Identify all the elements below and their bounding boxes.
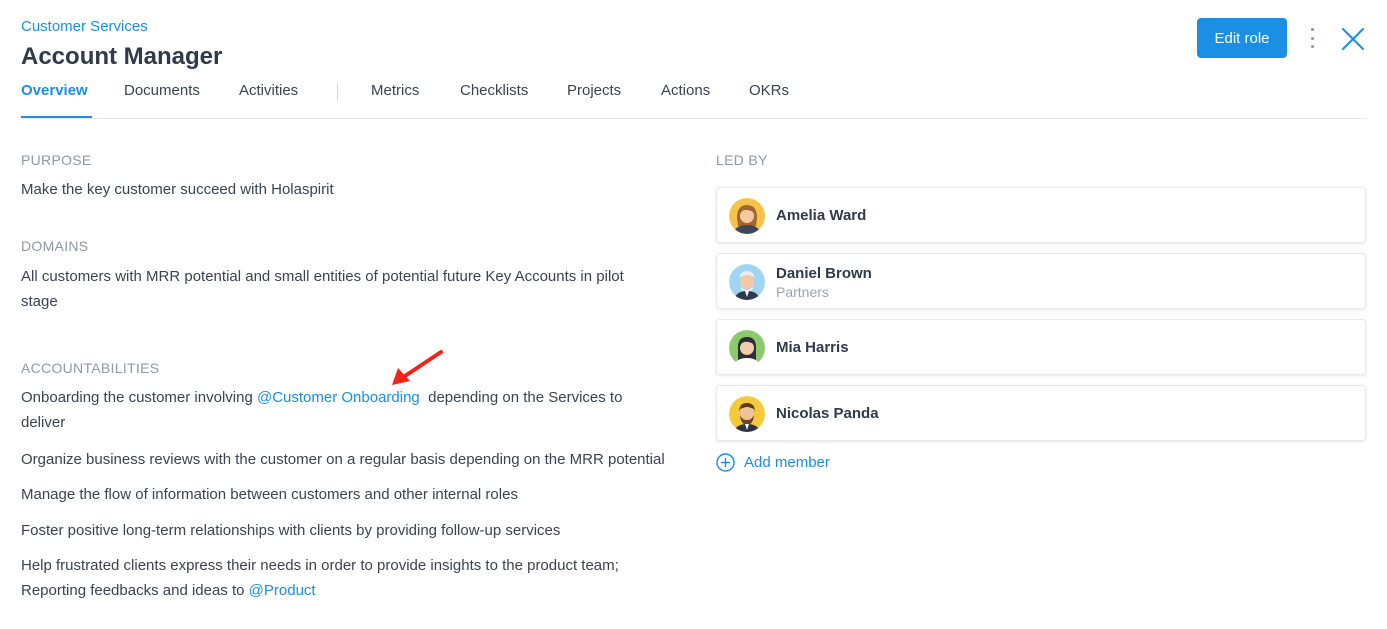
more-vertical-icon[interactable] xyxy=(1302,26,1322,50)
breadcrumb[interactable]: Customer Services xyxy=(21,18,148,35)
avatar xyxy=(729,198,765,234)
tab-checklists[interactable]: Checklists xyxy=(460,82,528,118)
edit-role-button[interactable]: Edit role xyxy=(1197,18,1287,58)
purpose-text: Make the key customer succeed with Holas… xyxy=(21,181,334,198)
led-by-label: LED BY xyxy=(716,152,768,168)
tab-okrs[interactable]: OKRs xyxy=(749,82,789,118)
red-arrow-icon xyxy=(392,350,443,385)
purpose-label: PURPOSE xyxy=(21,152,92,168)
avatar xyxy=(729,330,765,366)
member-name: Amelia Ward xyxy=(776,207,867,224)
member-name: Mia Harris xyxy=(776,339,849,356)
plus-circle-icon xyxy=(716,453,735,472)
member-name: Daniel Brown xyxy=(776,265,872,282)
tab-projects[interactable]: Projects xyxy=(567,82,621,118)
tab-divider xyxy=(337,84,338,100)
avatar xyxy=(729,396,765,432)
accountability-item: Organize business reviews with the custo… xyxy=(21,451,665,468)
tab-overview[interactable]: Overview xyxy=(21,82,92,118)
tab-bar: Overview Documents Activities Metrics Ch… xyxy=(21,82,1366,119)
add-member-button[interactable]: Add member xyxy=(716,453,830,472)
member-circle: Partners xyxy=(776,284,829,300)
mention-product[interactable]: @Product xyxy=(249,582,316,599)
accountability-item: Help frustrated clients express their ne… xyxy=(21,553,646,603)
domains-text: All customers with MRR potential and sma… xyxy=(21,268,624,310)
tab-activities[interactable]: Activities xyxy=(239,82,298,118)
domains-label: DOMAINS xyxy=(21,238,89,254)
tab-documents[interactable]: Documents xyxy=(124,82,200,118)
accountability-text: Help frustrated clients express their ne… xyxy=(21,557,619,599)
accountability-item: Foster positive long-term relationships … xyxy=(21,522,561,539)
close-icon[interactable] xyxy=(1340,26,1366,52)
member-card-amelia-ward[interactable]: Amelia Ward xyxy=(716,187,1366,243)
member-card-nicolas-panda[interactable]: Nicolas Panda xyxy=(716,385,1366,441)
accountability-item: Onboarding the customer involving @Custo… xyxy=(21,385,651,435)
accountabilities-label: ACCOUNTABILITIES xyxy=(21,360,160,376)
accountability-item: Manage the flow of information between c… xyxy=(21,486,518,503)
tab-actions[interactable]: Actions xyxy=(661,82,710,118)
tab-metrics[interactable]: Metrics xyxy=(371,82,419,118)
member-name: Nicolas Panda xyxy=(776,405,879,422)
mention-customer-onboarding[interactable]: @Customer Onboarding xyxy=(257,389,420,406)
avatar xyxy=(729,264,765,300)
member-card-mia-harris[interactable]: Mia Harris xyxy=(716,319,1366,375)
page-title: Account Manager xyxy=(21,43,223,70)
accountability-text: Onboarding the customer involving xyxy=(21,389,257,406)
member-card-daniel-brown[interactable]: Daniel Brown Partners xyxy=(716,253,1366,309)
add-member-label: Add member xyxy=(744,454,830,471)
